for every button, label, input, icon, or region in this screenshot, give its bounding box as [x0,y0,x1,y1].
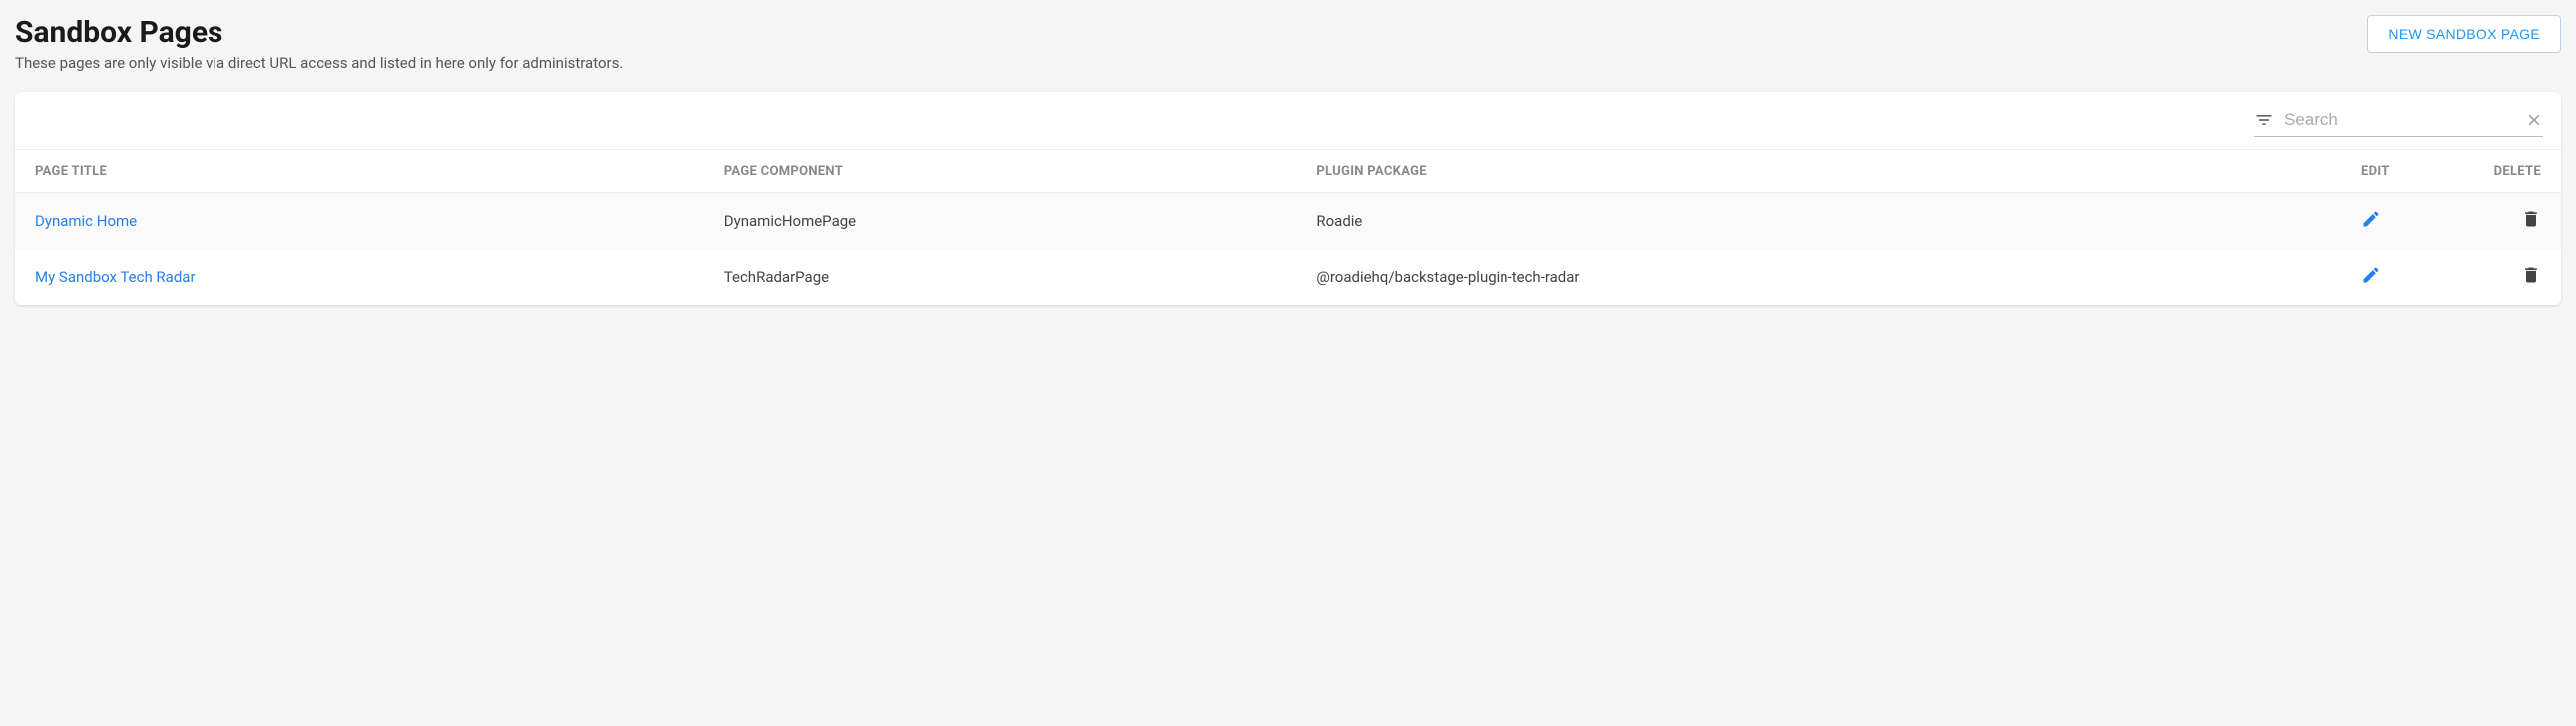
plugin-package-cell: @roadiehq/backstage-plugin-tech-radar [1296,249,2342,305]
search-input[interactable] [2284,110,2515,130]
new-sandbox-page-button[interactable]: NEW SANDBOX PAGE [2367,15,2561,53]
table-row: Dynamic Home DynamicHomePage Roadie [15,193,2561,250]
page-title-link[interactable]: My Sandbox Tech Radar [35,268,196,286]
col-header-page-component[interactable]: PAGE COMPONENT [704,150,1297,193]
delete-icon[interactable] [2521,265,2541,285]
col-header-edit[interactable]: EDIT [2342,150,2461,193]
search-wrap [2254,110,2543,137]
delete-icon[interactable] [2521,209,2541,229]
table-toolbar [15,92,2561,149]
page-title: Sandbox Pages [15,15,2367,50]
col-header-plugin-package[interactable]: PLUGIN PACKAGE [1296,150,2342,193]
edit-icon[interactable] [2361,209,2381,229]
pages-table: PAGE TITLE PAGE COMPONENT PLUGIN PACKAGE… [15,149,2561,305]
close-icon[interactable] [2525,111,2543,129]
col-header-page-title[interactable]: PAGE TITLE [15,150,704,193]
col-header-delete[interactable]: DELETE [2461,150,2561,193]
table-row: My Sandbox Tech Radar TechRadarPage @roa… [15,249,2561,305]
table-header-row: PAGE TITLE PAGE COMPONENT PLUGIN PACKAGE… [15,150,2561,193]
pages-card: PAGE TITLE PAGE COMPONENT PLUGIN PACKAGE… [15,92,2561,305]
page-component-cell: DynamicHomePage [704,193,1297,250]
edit-icon[interactable] [2361,265,2381,285]
filter-icon[interactable] [2254,110,2274,130]
page-subtitle: These pages are only visible via direct … [15,54,2367,72]
plugin-package-cell: Roadie [1296,193,2342,250]
page-title-link[interactable]: Dynamic Home [35,212,137,230]
page-component-cell: TechRadarPage [704,249,1297,305]
